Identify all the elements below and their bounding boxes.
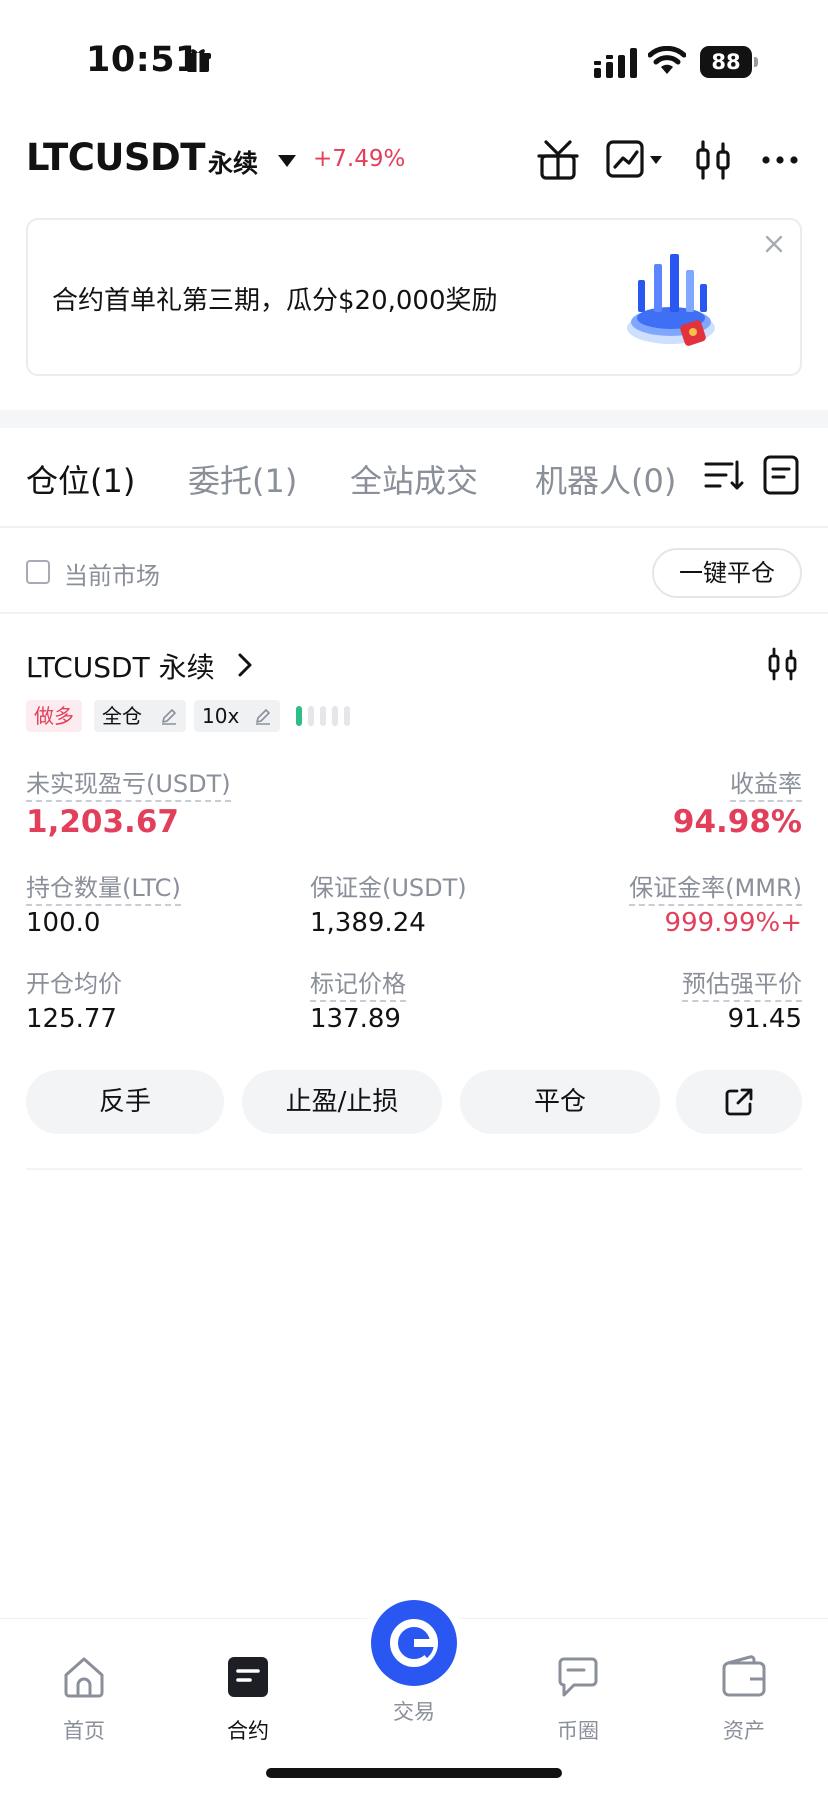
nav-community[interactable]: 币圈 xyxy=(528,1639,628,1743)
close-icon[interactable] xyxy=(762,232,786,256)
side-badge: 做多 xyxy=(26,700,82,732)
battery-indicator: 88 xyxy=(700,46,758,78)
position-actions: 反手 止盈/止损 平仓 xyxy=(26,1070,802,1134)
tpsl-button[interactable]: 止盈/止损 xyxy=(242,1070,442,1134)
tab-market-trades[interactable]: 全站成交 xyxy=(350,456,478,502)
sort-filter-icon[interactable] xyxy=(702,454,744,496)
card-divider xyxy=(26,1168,802,1170)
margin-mode-badge[interactable]: 全仓 xyxy=(94,700,186,732)
margin-mode-label: 全仓 xyxy=(102,704,142,728)
edit-icon[interactable] xyxy=(254,707,272,725)
home-indicator[interactable] xyxy=(266,1768,562,1778)
nav-futures[interactable]: 合约 xyxy=(198,1639,298,1743)
adl-indicator-icon xyxy=(296,706,350,726)
chevron-right-icon[interactable] xyxy=(236,652,254,678)
more-icon[interactable] xyxy=(758,138,802,182)
current-market-label[interactable]: 当前市场 xyxy=(64,556,160,591)
nav-assets[interactable]: 资产 xyxy=(694,1639,794,1743)
tab-bots[interactable]: 机器人(0) xyxy=(535,456,676,502)
margin-value: 1,389.24 xyxy=(310,908,426,938)
tab-orders[interactable]: 委托(1) xyxy=(188,456,297,502)
margin-label: 保证金(USDT) xyxy=(310,874,467,902)
wallet-icon xyxy=(722,1655,766,1697)
community-icon xyxy=(558,1657,598,1697)
section-divider xyxy=(0,410,828,428)
position-tabs: 仓位(1) 委托(1) 全站成交 机器人(0) xyxy=(0,428,828,528)
roe-label[interactable]: 收益率 xyxy=(730,764,802,802)
price-change: +7.49% xyxy=(313,146,406,172)
size-value: 100.0 xyxy=(26,908,101,938)
chart-type-icon[interactable] xyxy=(606,138,666,182)
nav-home-label: 首页 xyxy=(63,1719,105,1743)
contract-type[interactable]: 永续 xyxy=(208,144,258,180)
candlestick-icon[interactable] xyxy=(692,138,736,182)
close-all-button[interactable]: 一键平仓 xyxy=(652,548,802,598)
home-icon xyxy=(64,1657,104,1698)
status-time: 10:51 xyxy=(86,40,200,80)
tab-positions[interactable]: 仓位(1) xyxy=(26,456,135,502)
mark-price-value: 137.89 xyxy=(310,1004,401,1034)
nav-futures-label: 合约 xyxy=(227,1719,269,1743)
mmr-value: 999.99%+ xyxy=(664,908,802,938)
header: LTCUSDT 永续 +7.49% xyxy=(0,128,828,192)
nav-home[interactable]: 首页 xyxy=(34,1639,134,1743)
promo-banner[interactable]: 合约首单礼第三期，瓜分$20,000奖励 xyxy=(26,218,802,376)
nav-assets-label: 资产 xyxy=(723,1719,765,1743)
battery-tip xyxy=(754,57,758,67)
trade-icon xyxy=(390,1619,438,1667)
leverage-badge[interactable]: 10x xyxy=(194,700,280,732)
position-filter-row: 当前市场 一键平仓 xyxy=(0,530,828,614)
symbol-title[interactable]: LTCUSDT xyxy=(26,136,206,179)
edit-icon[interactable] xyxy=(160,707,178,725)
wifi-icon xyxy=(648,46,686,74)
mark-price-label[interactable]: 标记价格 xyxy=(310,964,406,1002)
current-market-checkbox[interactable] xyxy=(26,560,50,584)
roe-value: 94.98% xyxy=(672,804,802,840)
gift-box-icon[interactable] xyxy=(536,138,580,182)
candlestick-icon[interactable] xyxy=(766,646,800,682)
share-icon xyxy=(725,1088,753,1116)
futures-icon xyxy=(228,1657,268,1697)
nav-community-label: 币圈 xyxy=(557,1719,599,1743)
position-symbol[interactable]: LTCUSDT 永续 xyxy=(26,646,215,686)
trophy-chart-illustration xyxy=(627,254,715,346)
promo-banner-text: 合约首单礼第三期，瓜分$20,000奖励 xyxy=(52,286,498,316)
status-bar: 10:51 88 xyxy=(0,0,828,120)
leverage-label: 10x xyxy=(202,704,240,728)
order-history-icon[interactable] xyxy=(760,454,802,496)
share-button[interactable] xyxy=(676,1070,802,1134)
entry-price-value: 125.77 xyxy=(26,1004,117,1034)
symbol-dropdown-icon[interactable] xyxy=(278,155,296,167)
close-position-button[interactable]: 平仓 xyxy=(460,1070,660,1134)
battery-level: 88 xyxy=(700,46,752,78)
gift-icon xyxy=(185,49,211,72)
size-label[interactable]: 持仓数量(LTC) xyxy=(26,868,181,906)
trade-button[interactable] xyxy=(371,1600,457,1686)
cellular-signal-icon xyxy=(594,48,637,78)
entry-price-label: 开仓均价 xyxy=(26,970,122,998)
liq-price-label[interactable]: 预估强平价 xyxy=(682,964,802,1002)
liq-price-value: 91.45 xyxy=(727,1004,802,1034)
nav-trade-label[interactable]: 交易 xyxy=(364,1696,464,1726)
unrealized-pnl-value: 1,203.67 xyxy=(26,804,179,840)
mmr-label[interactable]: 保证金率(MMR) xyxy=(629,868,802,906)
unrealized-pnl-label[interactable]: 未实现盈亏(USDT) xyxy=(26,764,231,802)
reverse-button[interactable]: 反手 xyxy=(26,1070,224,1134)
